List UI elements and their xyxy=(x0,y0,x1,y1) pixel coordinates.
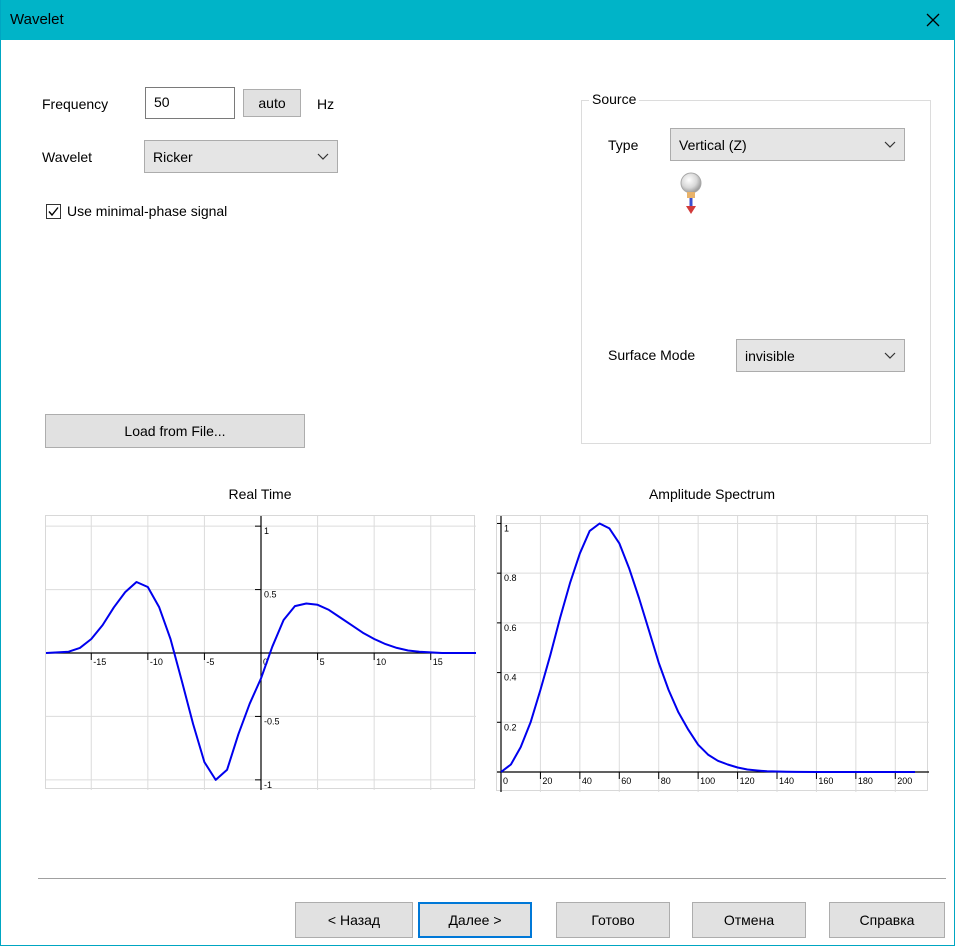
grid-lines xyxy=(497,516,929,792)
y-tick-label: -1 xyxy=(264,780,272,790)
y-tick-label: 0.4 xyxy=(504,673,517,683)
amplitude-spectrum-chart-title: Amplitude Spectrum xyxy=(648,486,776,502)
chevron-down-icon xyxy=(317,153,329,160)
x-tick-label: 60 xyxy=(621,776,631,786)
x-tick-label: 160 xyxy=(818,776,833,786)
checkmark-icon xyxy=(48,207,59,217)
type-selected-value: Vertical (Z) xyxy=(679,136,747,153)
y-tick-label: 1 xyxy=(504,523,509,533)
back-button[interactable]: < Назад xyxy=(295,902,413,938)
x-tick-label: 20 xyxy=(542,776,552,786)
frequency-input[interactable]: 50 xyxy=(145,87,235,119)
type-label: Type xyxy=(608,137,639,153)
y-tick-label: 0.5 xyxy=(264,590,277,600)
y-tick-label: 1 xyxy=(264,526,269,536)
x-tick-label: 15 xyxy=(433,657,443,667)
vertical-source-icon xyxy=(680,172,702,214)
source-group-title: Source xyxy=(589,91,640,107)
wavelet-label: Wavelet xyxy=(42,149,93,165)
frequency-label: Frequency xyxy=(42,96,109,112)
axes: 0 20 40 60 80 100 120 140 160 180 200 0.2 0.4 0.6 0.8 1 xyxy=(495,516,929,792)
x-tick-label: 80 xyxy=(661,776,671,786)
y-tick-label: 0.8 xyxy=(504,573,517,583)
x-tick-label: 0 xyxy=(503,776,508,786)
minimal-phase-label[interactable]: Use minimal-phase signal xyxy=(67,203,227,219)
help-button[interactable]: Справка xyxy=(829,902,945,938)
real-time-chart: -15 -10 -5 0 5 10 15 1 0.5 -0.5 -1 xyxy=(45,515,476,790)
axes: -15 -10 -5 0 5 10 1510.5-0.5-1 xyxy=(46,516,476,790)
close-button[interactable] xyxy=(910,0,955,40)
x-tick-label: 5 xyxy=(320,657,325,667)
title-bar: Wavelet xyxy=(1,0,955,40)
series-line xyxy=(500,522,915,773)
frequency-unit: Hz xyxy=(317,96,335,112)
real-time-plot: -15 -10 -5 0 5 10 1510.5-0.5-1 xyxy=(45,516,476,790)
auto-button[interactable]: auto xyxy=(243,89,301,117)
x-tick-label: 140 xyxy=(779,776,794,786)
amplitude-spectrum-chart: 0 20 40 60 80 100 120 140 160 180 200 0.2 0.4 0.6 0.8 1 xyxy=(495,515,929,792)
wavelet-select[interactable]: Ricker xyxy=(144,140,338,173)
wavelet-selected-value: Ricker xyxy=(153,148,193,165)
cancel-button[interactable]: Отмена xyxy=(692,902,806,938)
x-tick-label: -10 xyxy=(150,657,163,667)
minimal-phase-checkbox[interactable] xyxy=(46,204,61,219)
chevron-down-icon xyxy=(884,352,896,359)
next-button[interactable]: Далее > xyxy=(418,902,532,938)
close-icon xyxy=(926,13,940,27)
x-tick-label: 200 xyxy=(897,776,912,786)
y-tick-label: 0.6 xyxy=(504,623,517,633)
x-tick-label: 40 xyxy=(582,776,592,786)
x-tick-label: 120 xyxy=(740,776,755,786)
x-tick-label: -15 xyxy=(93,657,106,667)
surface-mode-label: Surface Mode xyxy=(608,347,696,363)
x-tick-label: -5 xyxy=(206,657,214,667)
footer-separator xyxy=(38,878,946,879)
real-time-chart-title: Real Time xyxy=(228,486,292,502)
x-tick-label: 100 xyxy=(700,776,715,786)
y-tick-label: 0.2 xyxy=(504,722,517,732)
type-select[interactable]: Vertical (Z) xyxy=(670,128,905,161)
finish-button[interactable]: Готово xyxy=(556,902,670,938)
y-tick-label: -0.5 xyxy=(264,716,280,726)
x-tick-label: 180 xyxy=(858,776,873,786)
load-from-file-button[interactable]: Load from File... xyxy=(45,414,305,448)
window-title: Wavelet xyxy=(10,11,64,28)
surface-mode-select[interactable]: invisible xyxy=(736,339,905,372)
wavelet-dialog: Wavelet Frequency 50 auto Hz Wavelet Ric… xyxy=(0,0,955,946)
x-tick-label: 10 xyxy=(376,657,386,667)
chevron-down-icon xyxy=(884,141,896,148)
surface-mode-selected-value: invisible xyxy=(745,347,795,364)
amplitude-spectrum-plot: 0 20 40 60 80 100 120 140 160 180 200 0.2 0.4 0.6 0.8 1 xyxy=(495,516,929,792)
